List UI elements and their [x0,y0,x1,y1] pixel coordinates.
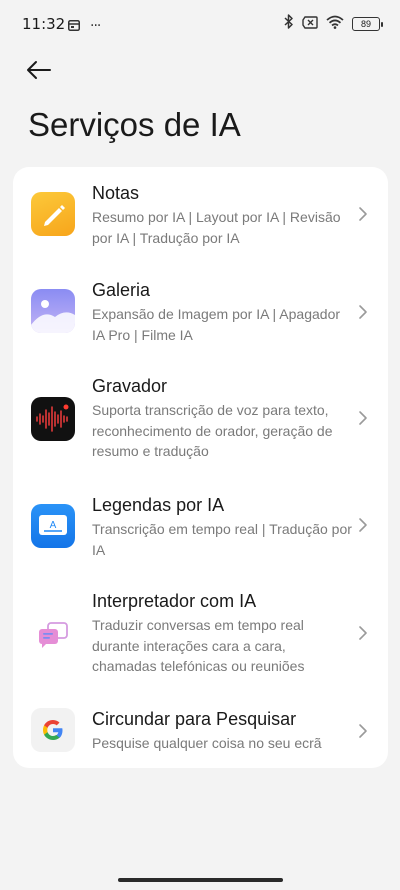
item-title: Legendas por IA [92,495,225,515]
item-description: Resumo por IA | Layout por IA | Revisão … [92,209,341,246]
svg-text:A: A [50,520,57,531]
back-button[interactable] [26,56,58,84]
home-indicator[interactable] [118,878,283,882]
status-time: 11:32 [22,15,66,33]
item-title: Circundar para Pesquisar [92,709,297,729]
chevron-right-icon [359,305,367,319]
list-item-interpretador[interactable]: Interpretador com IA Traduzir conversas … [13,579,388,695]
services-card: Notas Resumo por IA | Layout por IA | Re… [13,167,388,768]
wifi-icon [326,14,344,33]
back-arrow-icon [27,61,51,79]
list-item-gravador[interactable]: Gravador Suporta transcrição de voz para… [13,364,388,481]
item-description: Suporta transcrição de voz para texto, r… [92,402,333,459]
list-item-galeria[interactable]: Galeria Expansão de Imagem por IA | Apag… [13,267,388,364]
status-bar: 11:32 ··· 89 [0,0,400,46]
list-item-circundar[interactable]: Circundar para Pesquisar Pesquise qualqu… [13,695,388,768]
item-description: Traduzir conversas em tempo real durante… [92,617,305,674]
chevron-right-icon [359,518,367,532]
bluetooth-icon [284,14,294,33]
item-description: Expansão de Imagem por IA | Apagador IA … [92,306,341,343]
item-title: Interpretador com IA [92,591,257,611]
chevron-right-icon [359,411,367,425]
no-sim-icon [302,14,318,33]
item-description: Pesquise qualquer coisa no seu ecrã [92,735,322,751]
item-description: Transcrição em tempo real | Tradução por… [92,521,352,558]
item-title: Galeria [92,280,151,300]
item-title: Notas [92,183,140,203]
notification-app-icon [68,16,80,35]
page-title: Serviços de IA [28,106,241,143]
more-notifications-icon: ··· [90,17,101,34]
chevron-right-icon [359,207,367,221]
item-title: Gravador [92,376,168,396]
list-item-legendas[interactable]: A Legendas por IA Transcrição em tempo r… [13,481,388,579]
captions-icon: A [31,504,75,548]
google-icon [31,708,75,752]
interpreter-icon [31,612,75,656]
list-item-notas[interactable]: Notas Resumo por IA | Layout por IA | Re… [13,167,388,267]
notes-icon [31,192,75,236]
gallery-icon [31,289,75,333]
battery-indicator: 89 [352,16,383,31]
chevron-right-icon [359,626,367,640]
recorder-icon [31,397,75,441]
chevron-right-icon [359,724,367,738]
